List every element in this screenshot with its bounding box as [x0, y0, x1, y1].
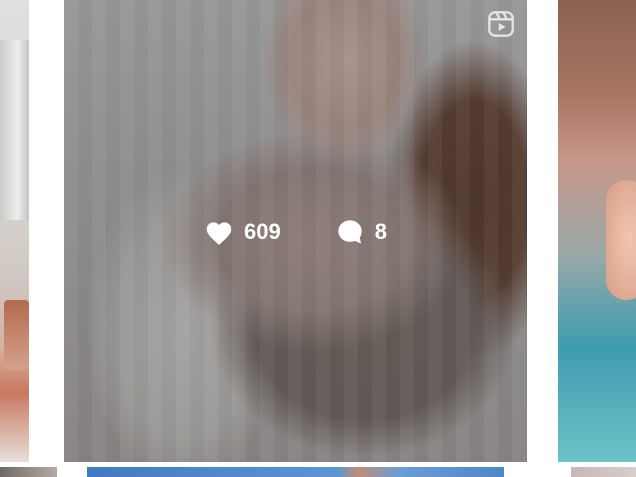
post-thumbnail-left-detail: [4, 300, 29, 370]
post-tile-left[interactable]: [0, 0, 29, 462]
likes-count: 609: [244, 219, 281, 244]
post-tile-bottom-left[interactable]: [0, 467, 57, 477]
reels-icon: [488, 11, 514, 37]
comment-bubble-icon: [338, 220, 362, 244]
post-thumbnail-left: [0, 40, 29, 220]
post-tile-bottom-center[interactable]: [87, 467, 504, 477]
post-tile-bottom-right[interactable]: [571, 467, 636, 477]
post-stats: 609 8: [64, 210, 527, 254]
posts-grid: 609 8: [0, 0, 636, 477]
comments-count: 8: [374, 219, 387, 244]
heart-icon: [206, 221, 232, 245]
post-thumbnail-right: [606, 180, 636, 300]
post-tile-main[interactable]: 609 8: [64, 0, 527, 462]
comments-stat: 8: [335, 218, 387, 246]
post-tile-right[interactable]: [558, 0, 636, 462]
likes-stat: 609: [204, 219, 281, 246]
